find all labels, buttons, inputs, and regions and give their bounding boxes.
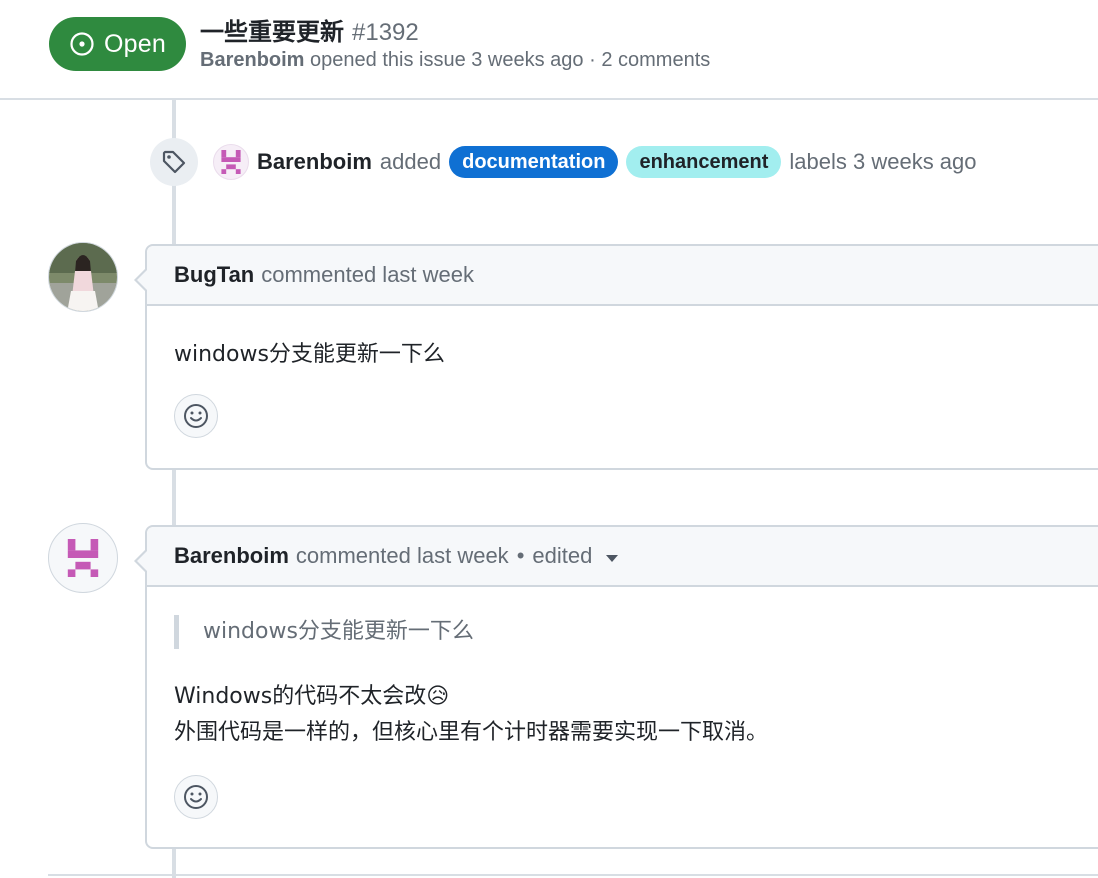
issue-meta: Barenboim opened this issue 3 weeks ago … — [200, 49, 710, 72]
comment-body: windows分支能更新一下么 — [147, 306, 1098, 468]
label-event-suffix: labels 3 weeks ago — [789, 149, 977, 174]
issue-status-badge: Open — [49, 17, 186, 71]
issue-number: #1392 — [352, 19, 419, 46]
comment-timestamp[interactable]: commented last week — [296, 543, 509, 569]
issue-title: 一些重要更新 — [200, 18, 344, 46]
timeline-bottom-divider — [48, 874, 1098, 876]
avatar[interactable] — [48, 242, 118, 312]
comment-header: BugTan commented last week — [147, 246, 1098, 306]
comment-body: windows分支能更新一下么 Windows的代码不太会改😥 外围代码是一样的… — [147, 587, 1098, 847]
smiley-icon — [184, 785, 208, 809]
avatar[interactable] — [48, 523, 118, 593]
issue-status-label: Open — [104, 29, 166, 58]
add-reaction-button[interactable] — [174, 775, 218, 819]
issue-opened-icon — [70, 32, 94, 56]
comment-text-line-2: 外围代码是一样的，但核心里有个计时器需要实现一下取消。 — [174, 720, 769, 745]
smiley-icon — [184, 404, 208, 428]
comment-text-line-1: Windows的代码不太会改😥 — [174, 684, 450, 709]
timeline-line — [172, 469, 176, 525]
label-event-author[interactable]: Barenboim — [257, 149, 372, 175]
label-enhancement[interactable]: enhancement — [626, 146, 782, 178]
comment-box: Barenboim commented last week • edited w… — [134, 525, 1098, 849]
comment-timestamp[interactable]: commented last week — [261, 262, 474, 288]
identicon-icon — [67, 539, 99, 577]
comment-text: windows分支能更新一下么 — [174, 342, 445, 367]
avatar[interactable] — [213, 144, 249, 180]
edited-history-dropdown[interactable]: edited — [532, 543, 592, 569]
comment-author-link[interactable]: BugTan — [174, 262, 254, 288]
tag-icon — [162, 150, 186, 174]
issue-opened-text: opened this issue 3 weeks ago · 2 commen… — [310, 49, 711, 71]
header-divider — [0, 98, 1098, 100]
chevron-down-icon[interactable] — [606, 554, 619, 562]
comment-box: BugTan commented last week windows分支能更新一… — [134, 244, 1098, 470]
add-reaction-button[interactable] — [174, 394, 218, 438]
label-documentation[interactable]: documentation — [449, 146, 619, 178]
issue-title-row: 一些重要更新 #1392 — [200, 12, 419, 47]
user-photo — [49, 243, 117, 311]
label-event-badge — [150, 138, 198, 186]
label-event-action: added — [379, 149, 442, 174]
label-event: Barenboim added documentation enhancemen… — [213, 143, 977, 181]
comment-header: Barenboim commented last week • edited — [147, 527, 1098, 587]
comment-author-link[interactable]: Barenboim — [174, 543, 289, 569]
identicon-icon — [221, 150, 241, 174]
blockquote: windows分支能更新一下么 — [174, 615, 474, 649]
issue-author-link[interactable]: Barenboim — [200, 49, 304, 71]
